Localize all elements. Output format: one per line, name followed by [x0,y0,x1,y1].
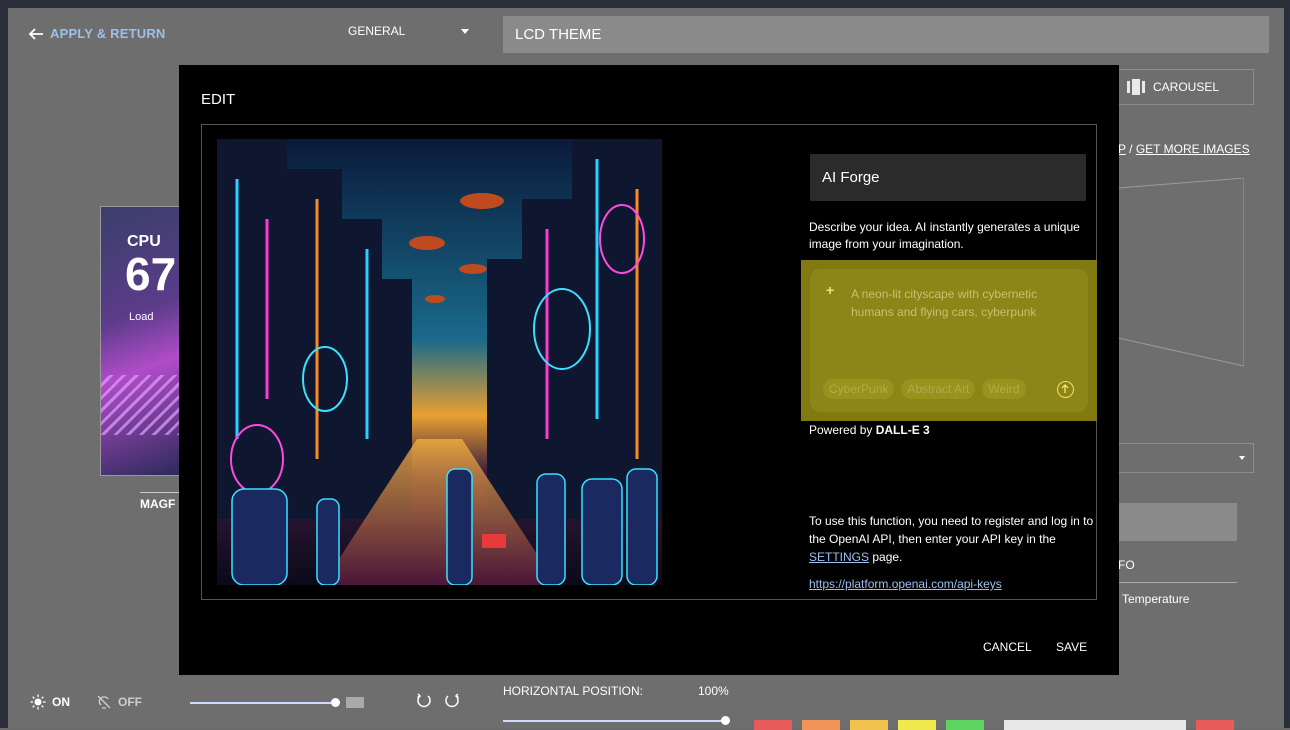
category-select[interactable]: GENERAL [348,24,405,38]
generated-image [217,139,662,585]
info-label: FO [1118,558,1135,572]
horizontal-position-label: HORIZONTAL POSITION: [503,684,644,698]
rotate-right-icon[interactable] [443,692,461,710]
partial-link[interactable]: P [1118,142,1126,156]
temperature-option[interactable]: Temperature [1122,592,1189,606]
carousel-button[interactable]: CAROUSEL [1118,69,1254,105]
lcd-off-button[interactable]: OFF [96,694,142,710]
rotation-controls [415,692,461,710]
color-swatch[interactable] [1196,720,1234,730]
theme-card[interactable]: CPU 67 Load [100,206,180,476]
lcd-preview-outline [1118,178,1244,366]
dialog-title: EDIT [201,91,236,108]
suggestion-chip[interactable]: Weird [982,379,1026,399]
brightness-max-indicator [346,697,364,708]
save-button[interactable]: SAVE [1056,640,1087,654]
dialog-content: AI Forge Describe your idea. AI instantl… [201,124,1097,600]
arrow-left-icon [28,27,43,40]
get-more-images-link[interactable]: GET MORE IMAGES [1136,142,1250,156]
lcd-on-button[interactable]: ON [30,694,70,710]
card-decoration [101,375,179,435]
settings-select[interactable] [1118,443,1254,473]
window-frame-right [1284,0,1290,728]
suggestion-chip[interactable]: CyberPunk [823,379,895,399]
send-arrow-icon[interactable] [1057,381,1074,398]
card-load-label: Load [129,311,154,323]
prompt-suggestions: CyberPunk Abstract Art Weird [823,379,1026,399]
prompt-input[interactable]: + A neon-lit cityscape with cybernetic h… [810,269,1088,412]
powered-by: Powered by DALL-E 3 [809,423,930,437]
on-label: ON [52,695,70,709]
card-value: 67 [125,248,177,300]
apply-and-return-label: APPLY & RETURN [50,26,166,41]
api-info-text: To use this function, you need to regist… [809,512,1095,566]
ai-forge-title: AI Forge [810,154,1086,201]
horizontal-position-slider[interactable] [503,720,727,722]
settings-link[interactable]: SETTINGS [809,550,869,564]
bulb-off-icon [97,695,111,709]
divider [140,492,180,493]
powered-by-engine: DALL-E 3 [875,423,930,437]
divider [1118,582,1237,583]
horizontal-position-handle[interactable] [721,716,730,725]
theme-name-field[interactable]: LCD THEME [503,16,1269,53]
image-links: P / GET MORE IMAGES [1118,142,1250,156]
window-frame-left [0,0,8,728]
sun-icon [30,694,46,710]
carousel-label: CAROUSEL [1153,80,1220,94]
cancel-button[interactable]: CANCEL [983,640,1032,654]
sparkle-icon: + [826,282,835,298]
carousel-icon [1127,79,1145,95]
color-swatch[interactable] [754,720,792,730]
color-swatch[interactable] [802,720,840,730]
prompt-highlight: + A neon-lit cityscape with cybernetic h… [801,260,1097,421]
api-info-after: page. [872,550,903,564]
settings-field[interactable] [1118,503,1237,541]
chevron-down-icon[interactable] [461,29,469,34]
powered-by-prefix: Powered by [809,423,873,437]
prompt-placeholder: A neon-lit cityscape with cybernetic hum… [851,287,1038,319]
brightness-slider-track[interactable] [190,702,336,704]
horizontal-position-value: 100% [698,684,729,698]
color-swatches [754,720,984,730]
ai-forge-description: Describe your idea. AI instantly generat… [809,220,1080,251]
apply-and-return-button[interactable]: APPLY & RETURN [28,26,166,41]
color-swatch[interactable] [898,720,936,730]
edit-dialog: EDIT AI Forge Describe your idea. AI ins… [179,65,1119,675]
color-swatch[interactable] [850,720,888,730]
link-separator: / [1129,142,1133,156]
chevron-down-icon [1239,456,1245,460]
off-label: OFF [118,695,142,709]
openai-api-keys-link[interactable]: https://platform.openai.com/api-keys [809,577,1002,591]
color-picker-bar[interactable] [1004,720,1186,730]
suggestion-chip[interactable]: Abstract Art [901,379,976,399]
rotate-left-icon[interactable] [415,692,433,710]
window-frame-top [0,0,1290,8]
api-info-before: To use this function, you need to regist… [809,514,1094,546]
brightness-slider-handle[interactable] [331,698,340,707]
color-swatch[interactable] [946,720,984,730]
theme-card-name: MAGF [140,497,176,511]
